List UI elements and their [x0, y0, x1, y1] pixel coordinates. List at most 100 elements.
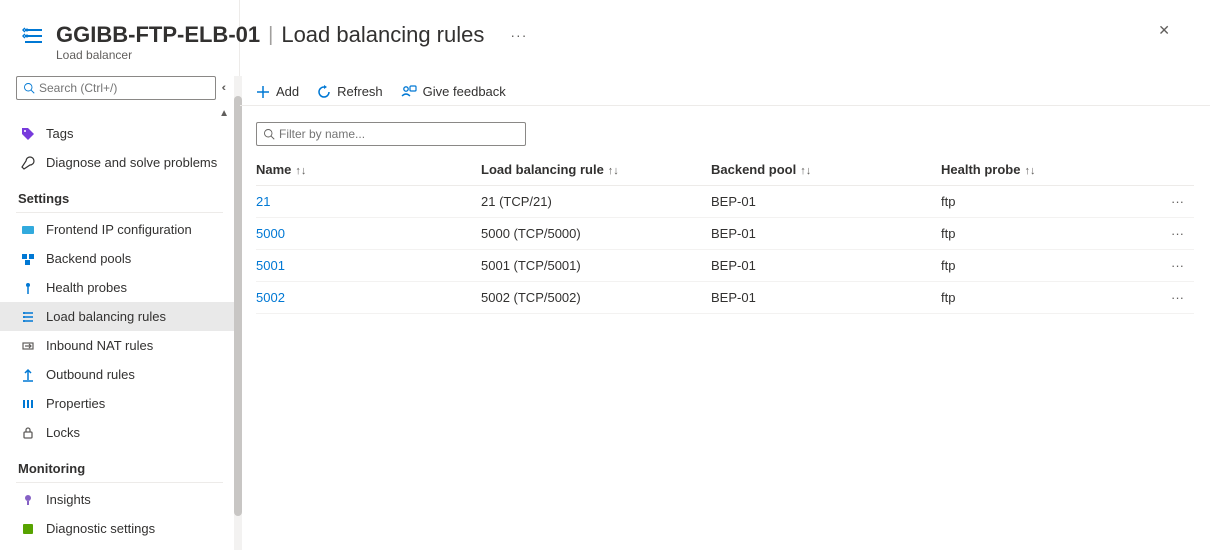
col-pool[interactable]: Backend pool↑↓ — [711, 154, 941, 186]
sidebar-item-label: Locks — [46, 425, 80, 440]
add-label: Add — [276, 84, 299, 99]
sidebar-item-load-balancing-rules[interactable]: Load balancing rules — [0, 302, 239, 331]
sidebar-item-label: Backend pools — [46, 251, 131, 266]
probe-icon — [20, 280, 36, 296]
sidebar-item-label: Diagnostic settings — [46, 521, 155, 536]
feedback-label: Give feedback — [423, 84, 506, 99]
scroll-up-indicator: ▲ — [0, 108, 239, 119]
sidebar-item-inbound-nat-rules[interactable]: Inbound NAT rules — [0, 331, 239, 360]
filter-box[interactable] — [256, 122, 526, 146]
feedback-button[interactable]: Give feedback — [401, 84, 506, 99]
cell-probe: ftp — [941, 218, 1144, 250]
table-row: 21 21 (TCP/21)BEP-01ftp··· — [256, 186, 1194, 218]
row-actions[interactable]: ··· — [1144, 186, 1194, 218]
sidebar-item-label: Health probes — [46, 280, 127, 295]
insights-icon — [20, 492, 36, 508]
plus-icon — [256, 85, 270, 99]
cell-rule: 5001 (TCP/5001) — [481, 250, 711, 282]
nat-icon — [20, 338, 36, 354]
col-rule[interactable]: Load balancing rule↑↓ — [481, 154, 711, 186]
sidebar-item-label: Load balancing rules — [46, 309, 166, 324]
tag-icon — [20, 126, 36, 142]
sidebar-item-label: Properties — [46, 396, 105, 411]
sidebar-item-tags[interactable]: Tags — [0, 119, 239, 148]
sort-icon: ↑↓ — [295, 165, 306, 177]
col-probe[interactable]: Health probe↑↓ — [941, 154, 1144, 186]
cell-pool: BEP-01 — [711, 250, 941, 282]
sidebar-item-label: Tags — [46, 126, 73, 141]
rule-link[interactable]: 5001 — [256, 258, 285, 273]
cell-name: 21 — [256, 186, 481, 218]
sort-icon: ↑↓ — [1024, 165, 1035, 177]
sidebar-item-backend-pools[interactable]: Backend pools — [0, 244, 239, 273]
sidebar-item-label: Inbound NAT rules — [46, 338, 153, 353]
cell-rule: 5000 (TCP/5000) — [481, 218, 711, 250]
sort-icon: ↑↓ — [800, 165, 811, 177]
sidebar-item-frontend-ip-configuration[interactable]: Frontend IP configuration — [0, 215, 239, 244]
cell-pool: BEP-01 — [711, 282, 941, 314]
col-name[interactable]: Name↑↓ — [256, 154, 481, 186]
wrench-icon — [20, 155, 36, 171]
cell-probe: ftp — [941, 282, 1144, 314]
refresh-icon — [317, 85, 331, 99]
sidebar-item-locks[interactable]: Locks — [0, 418, 239, 447]
cell-pool: BEP-01 — [711, 218, 941, 250]
close-button[interactable]: ✕ — [1158, 22, 1170, 39]
row-actions[interactable]: ··· — [1144, 250, 1194, 282]
sidebar-item-outbound-rules[interactable]: Outbound rules — [0, 360, 239, 389]
sidebar-search-input[interactable] — [39, 81, 209, 95]
resource-type: Load balancer — [56, 48, 527, 62]
cell-rule: 5002 (TCP/5002) — [481, 282, 711, 314]
diag-icon — [20, 521, 36, 537]
rules-icon — [20, 309, 36, 325]
rule-link[interactable]: 5002 — [256, 290, 285, 305]
collapse-sidebar-button[interactable]: ‹‹ — [222, 82, 223, 94]
cell-name: 5001 — [256, 250, 481, 282]
sidebar: ‹‹ ▲ Tags Diagnose and solve problems Sett… — [0, 0, 240, 550]
sidebar-item-properties[interactable]: Properties — [0, 389, 239, 418]
section-settings: Settings — [0, 177, 239, 210]
sidebar-item-insights[interactable]: Insights — [0, 485, 239, 514]
sidebar-item-diagnose-and-solve-problems[interactable]: Diagnose and solve problems — [0, 148, 239, 177]
row-actions[interactable]: ··· — [1144, 282, 1194, 314]
main-panel: GGIBB-FTP-ELB-01 | Load balancing rules … — [240, 0, 1210, 550]
table-row: 5002 5002 (TCP/5002)BEP-01ftp··· — [256, 282, 1194, 314]
more-button[interactable]: ··· — [510, 27, 527, 43]
refresh-label: Refresh — [337, 84, 383, 99]
sidebar-item-label: Frontend IP configuration — [46, 222, 192, 237]
add-button[interactable]: Add — [256, 84, 299, 99]
resource-title: GGIBB-FTP-ELB-01 — [56, 22, 260, 48]
rules-table: Name↑↓ Load balancing rule↑↓ Backend poo… — [256, 154, 1194, 314]
cell-rule: 21 (TCP/21) — [481, 186, 711, 218]
sidebar-item-label: Insights — [46, 492, 91, 507]
lock-icon — [20, 425, 36, 441]
sidebar-item-logs[interactable]: Logs — [0, 543, 239, 550]
row-actions[interactable]: ··· — [1144, 218, 1194, 250]
sidebar-item-label: Diagnose and solve problems — [46, 155, 217, 170]
load-balancer-icon — [20, 22, 48, 50]
cell-name: 5000 — [256, 218, 481, 250]
title-separator: | — [266, 24, 275, 47]
search-icon — [263, 128, 275, 140]
outbound-icon — [20, 367, 36, 383]
table-row: 5000 5000 (TCP/5000)BEP-01ftp··· — [256, 218, 1194, 250]
refresh-button[interactable]: Refresh — [317, 84, 383, 99]
table-row: 5001 5001 (TCP/5001)BEP-01ftp··· — [256, 250, 1194, 282]
sidebar-item-diagnostic-settings[interactable]: Diagnostic settings — [0, 514, 239, 543]
page-header: GGIBB-FTP-ELB-01 | Load balancing rules … — [20, 0, 1210, 66]
search-icon — [23, 82, 35, 94]
section-monitoring: Monitoring — [0, 447, 239, 480]
cell-probe: ftp — [941, 186, 1144, 218]
cell-probe: ftp — [941, 250, 1144, 282]
cell-pool: BEP-01 — [711, 186, 941, 218]
section-title: Load balancing rules — [281, 22, 484, 48]
ip-icon — [20, 222, 36, 238]
sort-icon: ↑↓ — [608, 165, 619, 177]
properties-icon — [20, 396, 36, 412]
sidebar-search[interactable] — [16, 76, 216, 100]
rule-link[interactable]: 5000 — [256, 226, 285, 241]
filter-input[interactable] — [279, 127, 519, 141]
feedback-icon — [401, 85, 417, 99]
sidebar-item-health-probes[interactable]: Health probes — [0, 273, 239, 302]
rule-link[interactable]: 21 — [256, 194, 270, 209]
